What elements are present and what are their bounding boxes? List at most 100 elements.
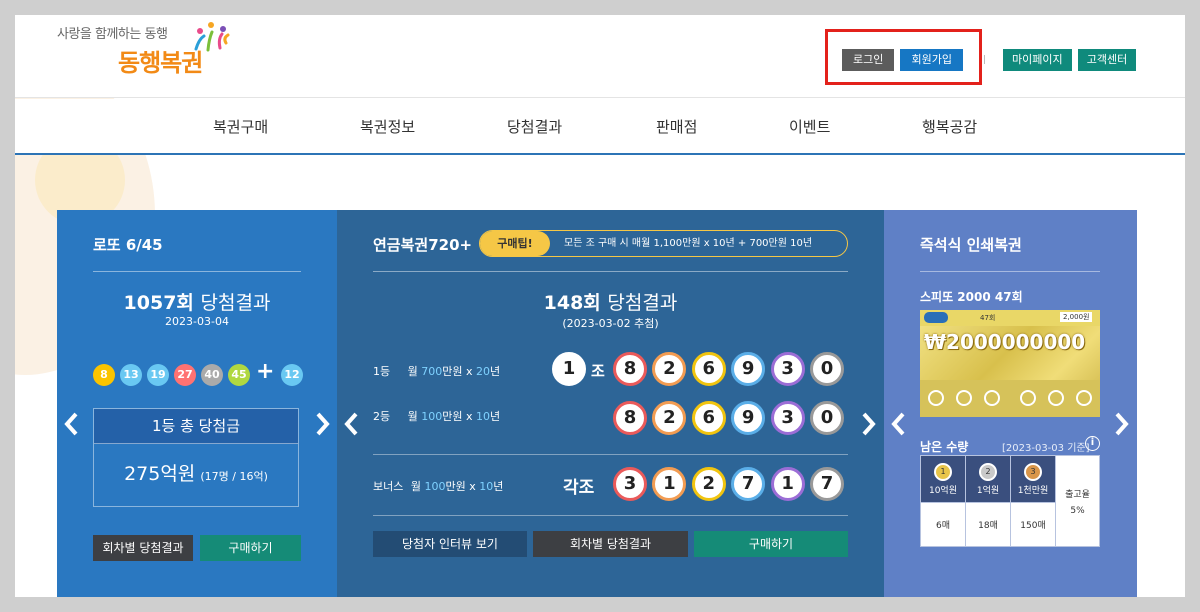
coin-icon bbox=[984, 390, 1000, 406]
medal-icon: 1 bbox=[934, 462, 952, 481]
rank-label: 보너스 bbox=[373, 480, 404, 493]
lotto-number-ball: 8 bbox=[93, 364, 115, 386]
pension-digit-ball: 1 bbox=[652, 467, 687, 501]
lotto-history-button[interactable]: 회차별 당첨결과 bbox=[93, 535, 193, 561]
pension-draw-date: (2023-03-02 추첨) bbox=[562, 317, 659, 330]
pension-digit-ball: 7 bbox=[810, 467, 844, 501]
chevron-left-icon bbox=[891, 412, 905, 436]
pension-digit-ball: 9 bbox=[731, 401, 766, 435]
winner-interview-button[interactable]: 당첨자 인터뷰 보기 bbox=[373, 531, 527, 557]
chevron-right-icon bbox=[1115, 412, 1129, 436]
prize-prefix: 월 bbox=[410, 480, 421, 493]
pension-prev-arrow[interactable] bbox=[342, 411, 362, 437]
chevron-left-icon bbox=[64, 412, 78, 436]
chevron-right-icon bbox=[316, 412, 330, 436]
pension-digit-ball: 8 bbox=[613, 352, 647, 386]
mypage-button[interactable]: 마이페이지 bbox=[1003, 49, 1072, 71]
nav-item-buy[interactable]: 복권구매 bbox=[213, 116, 268, 137]
ticket-image[interactable]: 47회 2,000원 ₩2000000000 bbox=[920, 310, 1100, 417]
pension-digit-ball: 3 bbox=[770, 352, 805, 386]
pension-round-title: 148회 당첨결과 bbox=[337, 288, 884, 315]
lotto-next-arrow[interactable] bbox=[312, 411, 332, 437]
user-buttons: 마이페이지 고객센터 bbox=[1003, 48, 1137, 71]
info-icon[interactable]: i bbox=[1085, 436, 1100, 451]
pension-first-prize-info: 1등 월 700만원 x 20년 bbox=[373, 363, 500, 379]
ticket-top-strip: 47회 2,000원 bbox=[920, 310, 1100, 326]
prize-unit: 만원 x bbox=[445, 480, 476, 493]
nav-item-happiness[interactable]: 행복공감 bbox=[922, 116, 977, 137]
coin-icon bbox=[1076, 390, 1092, 406]
lotto-panel: 로또 6/45 1057회 당첨결과 2023-03-04 8 13 19 27 40 4… bbox=[57, 210, 337, 597]
instant-prev-arrow[interactable] bbox=[889, 411, 909, 437]
prize-years: 10 bbox=[476, 410, 490, 423]
nav-item-results[interactable]: 당첨결과 bbox=[507, 116, 562, 137]
prize-year-unit: 년 bbox=[490, 365, 501, 378]
pension-digit-ball: 2 bbox=[652, 401, 687, 435]
rank-label: 2등 bbox=[373, 410, 391, 423]
ticket-brand-badge bbox=[924, 312, 948, 323]
prize-years: 20 bbox=[476, 365, 490, 378]
pension-next-arrow[interactable] bbox=[858, 411, 878, 437]
prize-year-unit: 년 bbox=[490, 410, 501, 423]
pension-digit-ball: 8 bbox=[613, 401, 647, 435]
login-button[interactable]: 로그인 bbox=[842, 49, 895, 71]
instant-title: 즉석식 인쇄복권 bbox=[920, 236, 1022, 254]
buying-tip-label: 구매팁! bbox=[480, 231, 550, 256]
lotto-buy-button[interactable]: 구매하기 bbox=[200, 535, 301, 561]
prize-unit: 만원 x bbox=[442, 410, 473, 423]
stock-header-cell: 2 1억원 bbox=[965, 455, 1011, 503]
auth-buttons: 로그인 회원가입 bbox=[842, 48, 963, 71]
divider bbox=[373, 454, 848, 455]
stock-header-label: 1천만원 bbox=[1017, 485, 1049, 496]
lotto-number-ball: 13 bbox=[120, 364, 142, 386]
nav-item-info[interactable]: 복권정보 bbox=[360, 116, 415, 137]
release-rate-label: 출고율 bbox=[1065, 489, 1090, 500]
stock-count: 18매 bbox=[965, 502, 1011, 547]
medal-icon: 2 bbox=[979, 462, 997, 481]
stock-count: 150매 bbox=[1010, 502, 1056, 547]
divider bbox=[373, 515, 848, 516]
prize-year-unit: 년 bbox=[493, 480, 504, 493]
divider bbox=[93, 271, 301, 272]
instant-panel: 즉석식 인쇄복권 스피또 2000 47회 47회 2,000원 ₩200000… bbox=[884, 210, 1137, 597]
chevron-right-icon bbox=[862, 412, 876, 436]
site-header: 사랑을 함께하는 동행 동행복권 로그인 회원가입 마이페이지 고객센터 bbox=[15, 15, 1185, 98]
pension-digit-ball: 6 bbox=[691, 401, 726, 435]
pension-digit-ball: 3 bbox=[770, 401, 805, 435]
signup-button[interactable]: 회원가입 bbox=[900, 49, 963, 71]
logo-mark-icon bbox=[194, 22, 230, 52]
pension-digit-ball: 0 bbox=[810, 352, 844, 386]
nav-item-stores[interactable]: 판매점 bbox=[656, 116, 697, 137]
pension-digit-ball: 2 bbox=[691, 467, 726, 501]
release-rate-cell: 출고율 5% bbox=[1055, 455, 1100, 547]
lotto-number-ball: 27 bbox=[174, 364, 196, 386]
prize-prefix: 월 bbox=[407, 365, 418, 378]
prize-unit: 만원 x bbox=[442, 365, 473, 378]
instant-next-arrow[interactable] bbox=[1111, 411, 1131, 437]
pension-digit-ball: 9 bbox=[731, 352, 766, 386]
lotto-prev-arrow[interactable] bbox=[62, 411, 82, 437]
release-rate-value: 5% bbox=[1070, 505, 1085, 516]
coin-icon bbox=[928, 390, 944, 406]
bonus-group-label: 각조 bbox=[563, 478, 595, 498]
pension-second-prize-info: 2등 월 100만원 x 10년 bbox=[373, 408, 500, 424]
coin-icon bbox=[1048, 390, 1064, 406]
lotto-prize-label: 1등 총 당첨금 bbox=[94, 409, 298, 444]
lotto-number-ball: 45 bbox=[228, 364, 250, 386]
pension-round-suffix: 당첨결과 bbox=[607, 292, 678, 314]
prize-amount: 100 bbox=[421, 410, 443, 423]
lotto-prize-value: 275억원 (17명 / 16억) bbox=[94, 459, 298, 486]
stock-count: 6매 bbox=[920, 502, 966, 547]
prize-amount: 100 bbox=[424, 480, 446, 493]
customer-center-button[interactable]: 고객센터 bbox=[1077, 49, 1137, 71]
logo-tagline: 사랑을 함께하는 동행 bbox=[57, 27, 168, 42]
group-unit-label: 조 bbox=[591, 362, 605, 380]
divider bbox=[373, 271, 848, 272]
lotto-round-title: 1057회 당첨결과 bbox=[57, 288, 337, 315]
pension-history-button[interactable]: 회차별 당첨결과 bbox=[533, 531, 688, 557]
remaining-label: 남은 수량 bbox=[920, 440, 969, 454]
pension-buy-button[interactable]: 구매하기 bbox=[694, 531, 848, 557]
nav-item-events[interactable]: 이벤트 bbox=[789, 116, 830, 137]
ticket-amount: ₩2000000000 bbox=[924, 330, 1086, 354]
rank-label: 1등 bbox=[373, 365, 391, 378]
